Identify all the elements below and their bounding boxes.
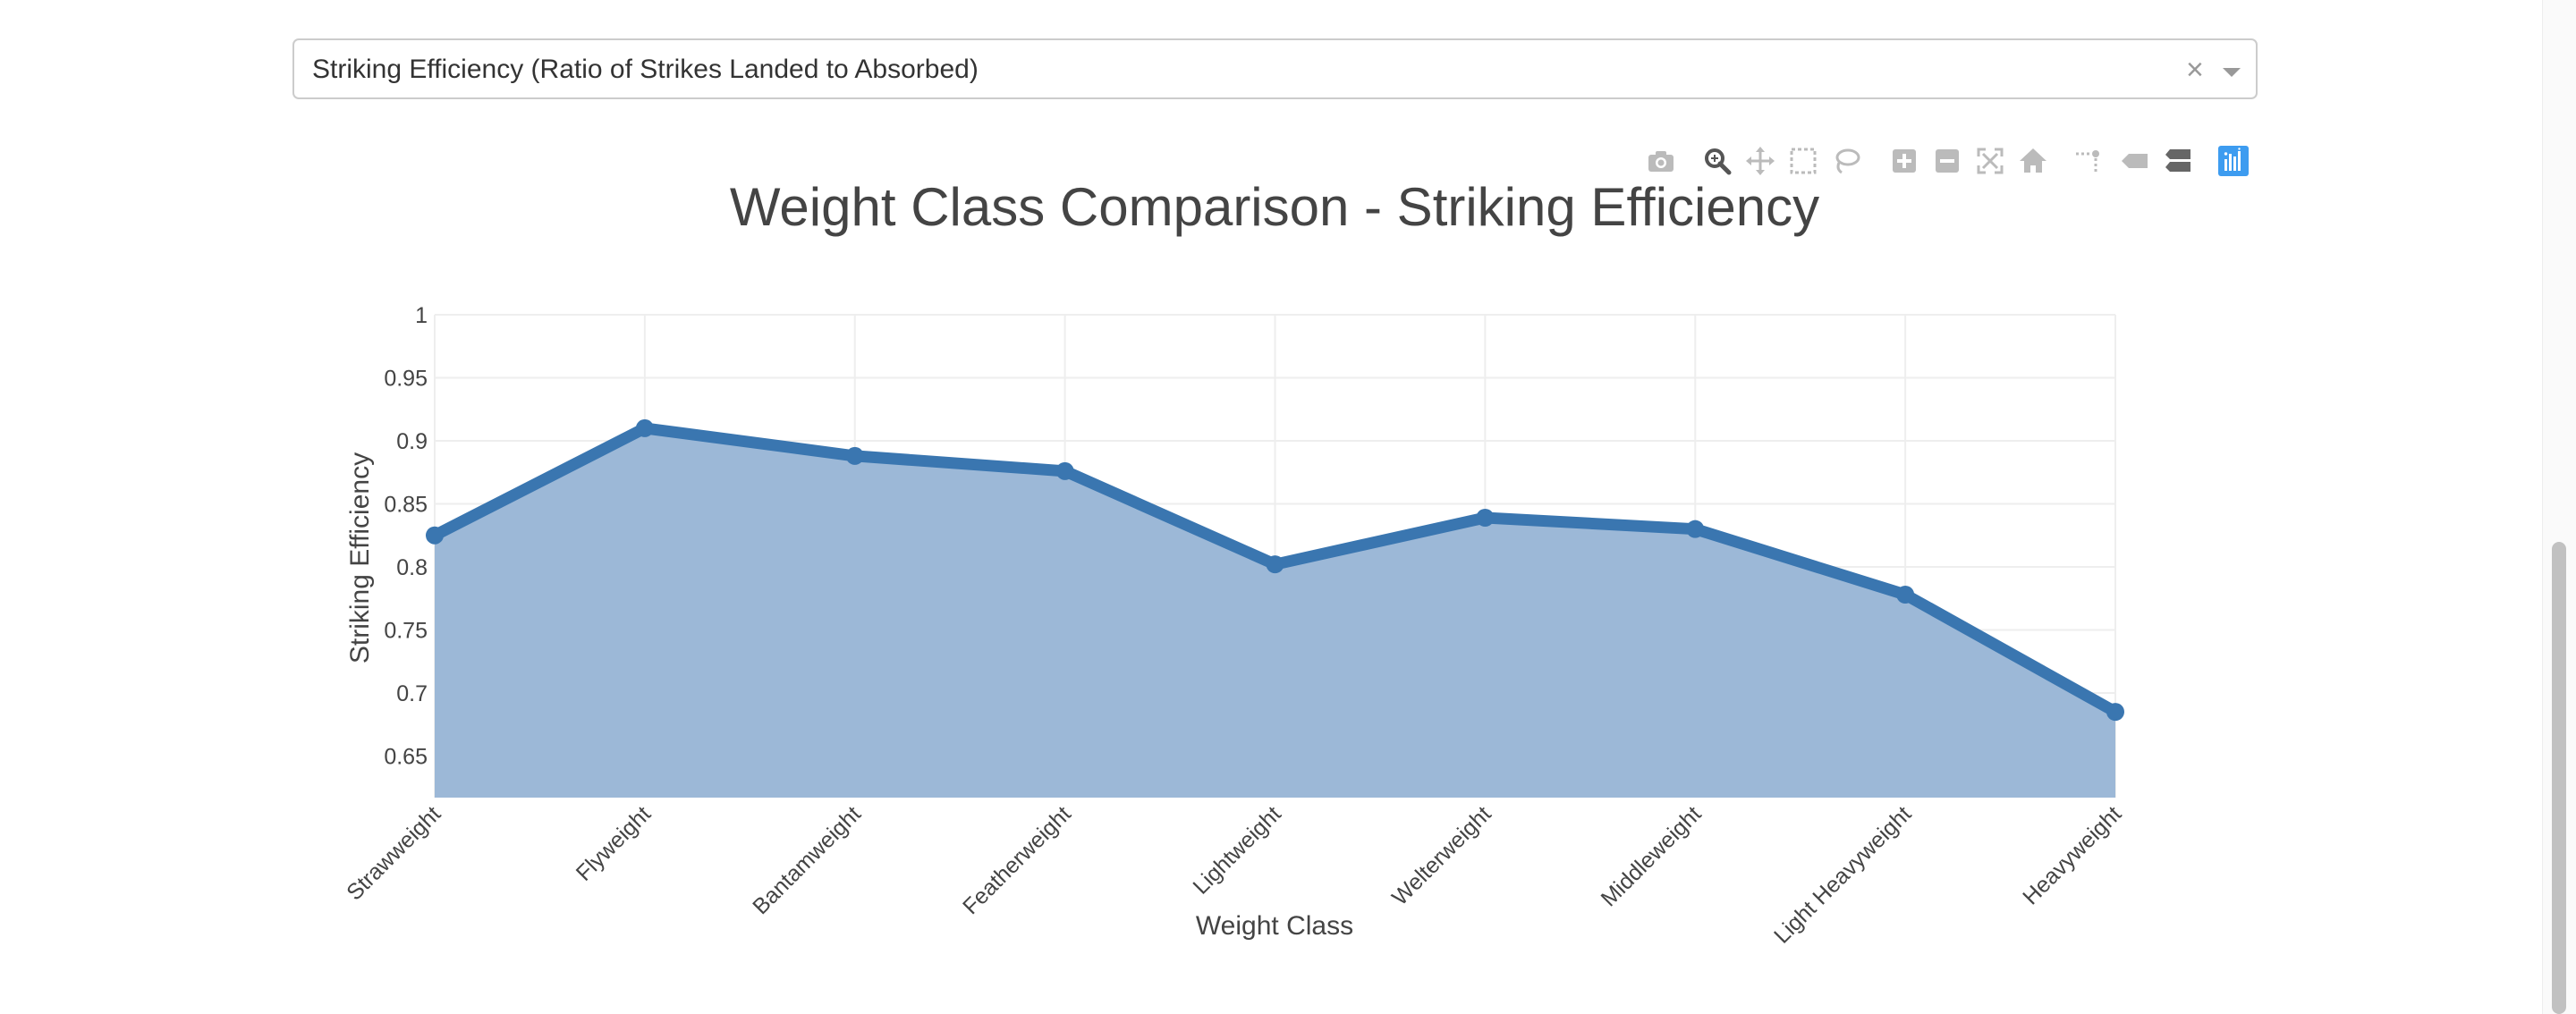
data-point [2106,703,2124,722]
y-tick-label: 1 [415,303,428,328]
x-tick-label: Light Heavyweight [1769,801,1916,948]
y-tick-label: 0.9 [396,429,428,454]
x-tick-label: Bantamweight [748,801,866,919]
data-point [1266,555,1284,574]
data-point [635,418,654,437]
page: Striking Efficiency (Ratio of Strikes La… [0,0,2576,1014]
data-point [845,446,864,465]
x-axis-title: Weight Class [1196,911,1353,941]
y-tick-label: 0.8 [396,555,428,580]
y-axis-title: Striking Efficiency [345,452,375,663]
y-tick-label: 0.75 [384,618,428,643]
x-tick-label: Lightweight [1189,801,1286,899]
chart-title: Weight Class Comparison - Striking Effic… [730,177,1819,237]
x-tick-label: Strawweight [342,801,445,905]
y-tick-label: 0.7 [396,681,428,706]
x-tick-label: Flyweight [572,801,657,886]
data-point [1055,461,1074,480]
scrollbar-thumb[interactable] [2552,542,2566,1014]
y-axis-ticks: 0.65 0.7 0.75 0.8 0.85 0.9 0.95 1 [384,303,428,769]
chart: Weight Class Comparison - Striking Effic… [342,177,2126,949]
x-tick-label: Featherweight [958,801,1076,919]
data-point [1686,520,1705,538]
x-tick-label: Middleweight [1597,801,1707,911]
y-tick-label: 0.65 [384,744,428,769]
y-tick-label: 0.85 [384,492,428,517]
x-tick-label: Heavyweight [2018,801,2126,909]
data-point [426,526,444,545]
y-tick-label: 0.95 [384,366,428,391]
data-point [1896,586,1915,604]
x-tick-label: Welterweight [1387,801,1496,910]
data-point [1476,508,1495,527]
